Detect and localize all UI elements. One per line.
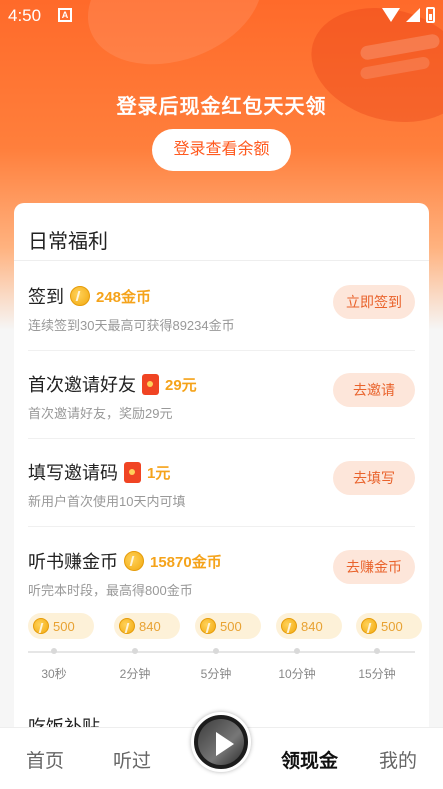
task-row-checkin: 签到 248金币 连续签到30天最高可获得89234金币 立即签到 xyxy=(28,283,415,370)
red-packet-icon xyxy=(142,373,159,395)
milestone-coins: 840 xyxy=(301,618,323,634)
milestone-time: 2分钟 xyxy=(119,667,151,681)
tab-home[interactable]: 首页 xyxy=(26,746,64,773)
task-name: 签到 xyxy=(28,287,64,307)
red-packet-icon xyxy=(124,461,141,483)
coin-icon xyxy=(200,618,216,634)
milestone-time: 10分钟 xyxy=(278,667,316,681)
fill-code-button[interactable]: 去填写 xyxy=(333,461,415,495)
tab-history[interactable]: 听过 xyxy=(113,746,151,773)
milestone-coins: 840 xyxy=(139,618,161,634)
coin-icon xyxy=(33,618,49,634)
task-name: 填写邀请码 xyxy=(28,463,118,483)
login-button[interactable]: 登录查看余额 xyxy=(152,129,291,171)
hero-title: 登录后现金红包天天领 xyxy=(116,96,327,118)
daily-benefits-card: 日常福利 签到 248金币 连续签到30天最高可获得89234金币 立即签到 首… xyxy=(14,203,429,763)
wifi-icon xyxy=(382,8,400,22)
milestone-time: 30秒 xyxy=(41,667,67,681)
status-icons xyxy=(382,7,435,23)
task-name: 听书赚金币 xyxy=(28,552,118,572)
milestone-time: 5分钟 xyxy=(200,667,232,681)
task-title: 填写邀请码 1元 xyxy=(28,459,170,485)
task-reward: 15870金币 xyxy=(150,553,222,571)
listen-milestones: 500 840 500 840 500 30秒 2分钟 5分钟 10分钟 15分… xyxy=(28,613,422,693)
milestone-coins: 500 xyxy=(53,618,75,634)
task-desc: 首次邀请好友，奖励29元 xyxy=(28,406,173,421)
task-desc: 新用户首次使用10天内可填 xyxy=(28,494,186,509)
milestone-reward[interactable]: 500 xyxy=(356,613,422,639)
progress-dot xyxy=(294,648,300,654)
coin-icon xyxy=(281,618,297,634)
earn-coins-button[interactable]: 去赚金币 xyxy=(333,550,415,584)
status-bar: 4:50 A xyxy=(0,0,443,32)
battery-icon xyxy=(426,7,435,23)
task-row-invite-code: 填写邀请码 1元 新用户首次使用10天内可填 去填写 xyxy=(28,459,415,546)
milestone-time: 15分钟 xyxy=(358,667,396,681)
coin-icon xyxy=(361,618,377,634)
invite-button[interactable]: 去邀请 xyxy=(333,373,415,407)
task-desc: 听完本时段，最高得800金币 xyxy=(28,583,193,598)
divider xyxy=(28,526,415,527)
signal-icon xyxy=(406,8,420,22)
progress-dot xyxy=(213,648,219,654)
task-desc: 连续签到30天最高可获得89234金币 xyxy=(28,318,235,333)
play-icon xyxy=(216,732,234,756)
task-title: 首次邀请好友 29元 xyxy=(28,371,197,397)
task-title: 签到 248金币 xyxy=(28,283,151,309)
task-reward: 1元 xyxy=(147,464,171,482)
milestone-reward[interactable]: 840 xyxy=(276,613,342,639)
task-title: 听书赚金币 15870金币 xyxy=(28,548,222,574)
divider xyxy=(28,438,415,439)
tab-me[interactable]: 我的 xyxy=(379,746,417,773)
coin-icon xyxy=(119,618,135,634)
task-reward: 248金币 xyxy=(96,288,152,306)
progress-dot xyxy=(132,648,138,654)
tab-cash[interactable]: 领现金 xyxy=(281,746,338,773)
notification-icon: A xyxy=(58,8,72,22)
milestone-coins: 500 xyxy=(381,618,403,634)
checkin-button[interactable]: 立即签到 xyxy=(333,285,415,319)
task-name: 首次邀请好友 xyxy=(28,375,136,395)
progress-dot xyxy=(374,648,380,654)
progress-dot xyxy=(51,648,57,654)
now-playing-button[interactable] xyxy=(191,712,251,772)
status-time: 4:50 xyxy=(8,6,42,25)
task-row-invite: 首次邀请好友 29元 首次邀请好友，奖励29元 去邀请 xyxy=(28,371,415,458)
coin-icon xyxy=(124,551,144,571)
milestone-coins: 500 xyxy=(220,618,242,634)
milestone-reward[interactable]: 500 xyxy=(28,613,94,639)
milestone-reward[interactable]: 840 xyxy=(114,613,180,639)
divider xyxy=(14,260,429,261)
coin-icon xyxy=(70,286,90,306)
progress-track xyxy=(28,651,415,653)
divider xyxy=(28,350,415,351)
task-reward: 29元 xyxy=(165,376,197,394)
section-title: 日常福利 xyxy=(28,231,108,253)
milestone-reward[interactable]: 500 xyxy=(195,613,261,639)
